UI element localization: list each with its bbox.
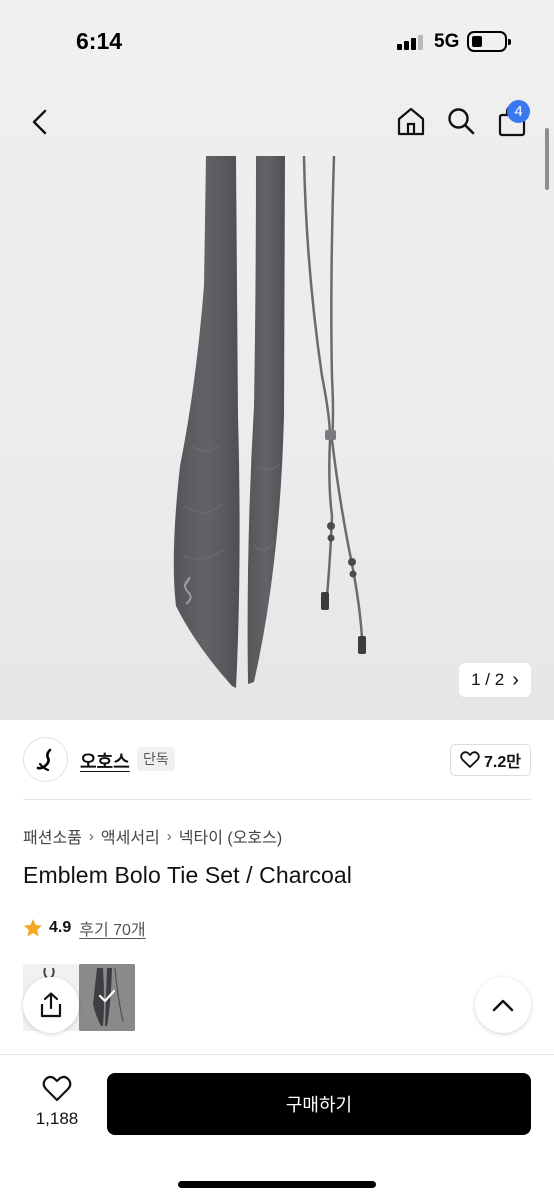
scroll-to-top-button[interactable] <box>475 977 531 1033</box>
chevron-up-icon <box>492 999 514 1012</box>
scrollbar[interactable] <box>545 128 549 190</box>
star-icon <box>24 919 42 937</box>
search-icon <box>448 108 475 135</box>
rating-value: 4.9 <box>49 919 72 936</box>
chevron-left-icon <box>32 109 47 135</box>
bottom-bar-divider <box>0 1054 554 1055</box>
brand-name-link[interactable]: 오호스 <box>80 748 130 774</box>
review-count-link[interactable]: 후기 70개 <box>79 916 145 940</box>
gallery-separator: / <box>485 670 491 689</box>
product-image-gallery[interactable]: 1 / 2 › <box>0 86 554 720</box>
buy-button[interactable]: 구매하기 <box>107 1073 531 1135</box>
chevron-right-icon: › <box>512 669 519 691</box>
status-time: 6:14 <box>76 28 123 54</box>
signal-strength-icon <box>397 34 427 50</box>
divider <box>23 799 531 800</box>
product-photo <box>173 155 366 688</box>
battery-icon <box>467 31 511 52</box>
breadcrumb-separator: › <box>166 827 172 845</box>
back-button[interactable] <box>22 104 58 140</box>
wishlist-count: 1,188 <box>35 1109 79 1128</box>
thumbnail-image <box>79 964 135 1031</box>
brand-like-button[interactable]: 7.2만 <box>450 744 531 776</box>
wishlist-button[interactable]: 1,188 <box>26 1075 88 1135</box>
heart-icon <box>42 1075 72 1102</box>
breadcrumb-item-fashion[interactable]: 패션소품 <box>23 824 82 848</box>
gallery-page-indicator[interactable]: 1 / 2 › <box>459 663 531 697</box>
heart-icon <box>460 751 480 768</box>
breadcrumb: 패션소품 › 액세서리 › 넥타이 (오호스) <box>23 824 282 848</box>
brand-logo-mark <box>36 748 51 771</box>
breadcrumb-item-necktie[interactable]: 넥타이 (오호스) <box>179 824 282 848</box>
breadcrumb-item-accessories[interactable]: 액세서리 <box>101 824 160 848</box>
brand-logo[interactable] <box>23 737 68 782</box>
share-icon <box>40 992 62 1018</box>
gallery-current-page: 1 <box>471 670 481 689</box>
network-type: 5G <box>434 31 460 52</box>
exclusive-badge: 단독 <box>137 747 175 771</box>
brand-like-count: 7.2만 <box>484 754 521 771</box>
brand-row: 오호스 단독 7.2만 <box>0 720 554 800</box>
home-indicator <box>178 1181 376 1188</box>
search-button[interactable] <box>442 102 480 140</box>
status-bar: 6:14 5G <box>0 0 554 86</box>
home-button[interactable] <box>392 102 430 140</box>
home-icon <box>397 107 425 136</box>
rating-row: 4.9 후기 70개 <box>23 916 146 940</box>
cart-count-badge: 4 <box>507 100 530 123</box>
product-title: Emblem Bolo Tie Set / Charcoal <box>23 862 352 888</box>
share-button[interactable] <box>23 977 79 1033</box>
breadcrumb-separator: › <box>88 827 94 845</box>
thumbnail-2-selected[interactable] <box>79 964 135 1031</box>
gallery-total-pages: 2 <box>494 670 505 689</box>
